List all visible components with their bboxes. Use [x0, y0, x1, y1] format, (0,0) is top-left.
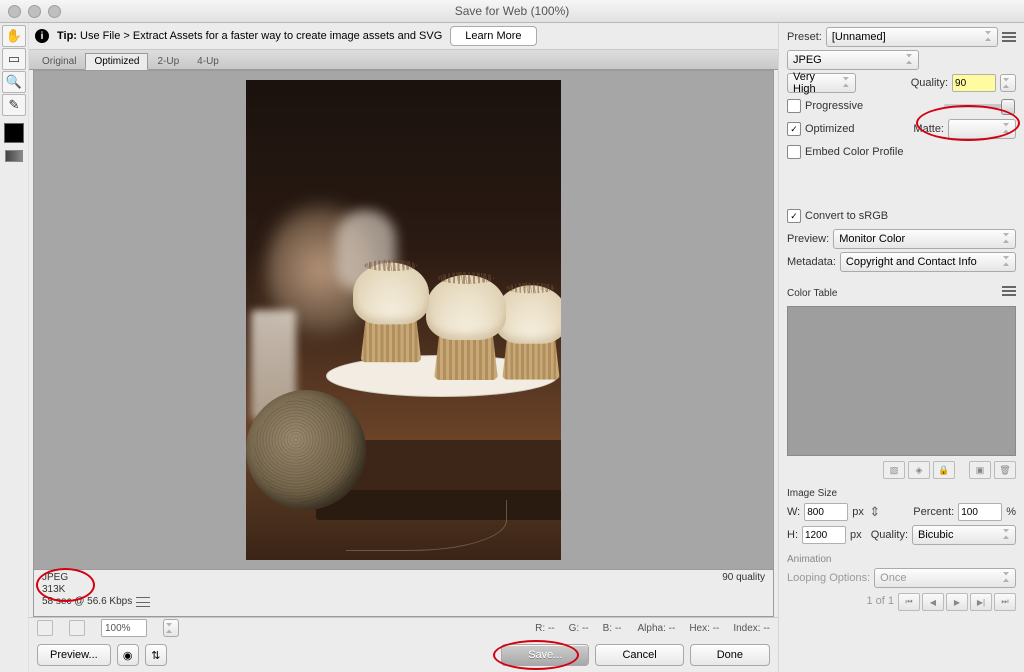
view-tabs: Original Optimized 2-Up 4-Up	[29, 50, 778, 70]
browser-preview-button[interactable]: ◉	[117, 644, 139, 666]
zoom-level-stepper[interactable]	[163, 619, 179, 637]
height-field[interactable]	[802, 526, 846, 544]
zoom-tool[interactable]: 🔍	[2, 71, 26, 93]
cancel-button[interactable]: Cancel	[595, 644, 683, 666]
ct-new-color-icon[interactable]: ▣	[969, 461, 991, 479]
status-alpha: Alpha: --	[638, 623, 676, 634]
percent-unit: %	[1006, 506, 1016, 518]
info-filesize: 313K	[42, 584, 150, 596]
eyedropper-color-swatch[interactable]	[4, 123, 24, 143]
info-quality: 90 quality	[722, 572, 765, 614]
quality-label: Quality:	[911, 77, 948, 89]
preview-select[interactable]: Monitor Color	[833, 229, 1016, 249]
status-index: Index: --	[733, 623, 770, 634]
animation-frame-count: 1 of 1	[866, 595, 894, 607]
convert-srgb-label: Convert to sRGB	[805, 210, 888, 222]
height-unit: px	[850, 529, 862, 541]
optimized-label: Optimized	[805, 123, 855, 135]
quality-value-stepper[interactable]	[1000, 74, 1016, 92]
ct-shift-web-icon[interactable]: ◈	[908, 461, 930, 479]
toggle-slices-visibility[interactable]	[5, 150, 23, 162]
titlebar: Save for Web (100%)	[0, 0, 1024, 23]
tab-optimized[interactable]: Optimized	[85, 53, 148, 70]
tip-bar: i Tip: Use File > Extract Assets for a f…	[29, 23, 778, 50]
status-b: B: --	[603, 623, 622, 634]
format-select[interactable]: JPEG	[787, 50, 919, 70]
anim-prev-icon: ◀	[922, 593, 944, 611]
bottom-button-bar: Preview... ◉ ⇅ Save... Cancel Done	[29, 638, 778, 672]
done-button[interactable]: Done	[690, 644, 770, 666]
learn-more-button[interactable]: Learn More	[450, 26, 536, 46]
matte-select[interactable]	[948, 119, 1016, 139]
tab-original[interactable]: Original	[33, 53, 85, 69]
image-size-label: Image Size	[787, 488, 1016, 499]
progressive-label: Progressive	[805, 100, 863, 112]
image-preview	[246, 80, 561, 560]
quality-slider[interactable]	[944, 104, 1014, 108]
preview-pane: JPEG 313K 58 sec @ 56.6 Kbps 90 quality	[33, 70, 774, 617]
embed-profile-label: Embed Color Profile	[805, 146, 903, 158]
preset-flyout-menu-icon[interactable]	[1002, 32, 1016, 42]
eyedropper-tool[interactable]: ✎	[2, 94, 26, 116]
ct-delete-color-icon[interactable]: 🗑	[994, 461, 1016, 479]
percent-field[interactable]	[958, 503, 1002, 521]
save-button[interactable]: Save...	[501, 644, 589, 666]
preview-label: Preview:	[787, 233, 829, 245]
status-r: R: --	[535, 623, 554, 634]
progressive-checkbox[interactable]	[787, 99, 801, 113]
status-g: G: --	[569, 623, 589, 634]
status-hex: Hex: --	[689, 623, 719, 634]
width-field[interactable]	[804, 503, 848, 521]
percent-label: Percent:	[913, 506, 954, 518]
tip-text: Tip: Use File > Extract Assets for a fas…	[57, 30, 442, 42]
tab-2up[interactable]: 2-Up	[148, 53, 188, 69]
anim-first-icon: ⏮	[898, 593, 920, 611]
color-table-label: Color Table	[787, 288, 837, 299]
anim-play-icon: ▶	[946, 593, 968, 611]
optimized-checkbox[interactable]: ✓	[787, 122, 801, 136]
status-bar: 100% R: -- G: -- B: -- Alpha: -- Hex: --…	[29, 617, 778, 638]
resize-quality-label: Quality:	[871, 529, 908, 541]
info-download-time: 58 sec @ 56.6 Kbps	[42, 596, 132, 608]
download-rate-menu-icon[interactable]	[136, 597, 150, 607]
height-label: H:	[787, 529, 798, 541]
matte-label: Matte:	[913, 123, 944, 135]
preset-select[interactable]: [Unnamed]	[826, 27, 998, 47]
preset-label: Preset:	[787, 31, 822, 43]
preview-button[interactable]: Preview...	[37, 644, 111, 666]
ct-lock-icon[interactable]: 🔒	[933, 461, 955, 479]
looping-label: Looping Options:	[787, 572, 870, 584]
width-label: W:	[787, 506, 800, 518]
hand-tool[interactable]: ✋	[2, 25, 26, 47]
anim-next-icon: ▶|	[970, 593, 992, 611]
browser-preview-stepper[interactable]: ⇅	[145, 644, 167, 666]
metadata-label: Metadata:	[787, 256, 836, 268]
color-table-flyout-menu-icon[interactable]	[1002, 286, 1016, 296]
looping-select: Once	[874, 568, 1016, 588]
preview-info-strip: JPEG 313K 58 sec @ 56.6 Kbps 90 quality	[34, 569, 773, 616]
settings-sidebar: Preset: [Unnamed] JPEG Very High Quality…	[778, 23, 1024, 672]
info-icon: i	[35, 29, 49, 43]
width-unit: px	[852, 506, 864, 518]
quality-value-field[interactable]	[952, 74, 996, 92]
canvas[interactable]	[34, 71, 773, 569]
color-table[interactable]	[787, 306, 1016, 456]
quality-preset-select[interactable]: Very High	[787, 73, 856, 93]
info-format: JPEG	[42, 572, 150, 584]
status-icon-a[interactable]	[37, 620, 53, 636]
slice-select-tool[interactable]: ▭	[2, 48, 26, 70]
zoom-level-field[interactable]: 100%	[101, 619, 147, 637]
metadata-select[interactable]: Copyright and Contact Info	[840, 252, 1016, 272]
window-title: Save for Web (100%)	[0, 4, 1024, 18]
animation-label: Animation	[787, 554, 1016, 565]
tab-4up[interactable]: 4-Up	[188, 53, 228, 69]
convert-srgb-checkbox[interactable]: ✓	[787, 209, 801, 223]
ct-map-transparency-icon[interactable]: ▧	[883, 461, 905, 479]
resize-quality-select[interactable]: Bicubic	[912, 525, 1016, 545]
tool-strip: ✋ ▭ 🔍 ✎	[0, 23, 29, 672]
link-dimensions-icon[interactable]: ⇕	[868, 502, 882, 522]
embed-profile-checkbox[interactable]	[787, 145, 801, 159]
anim-last-icon: ⏭	[994, 593, 1016, 611]
status-icon-b[interactable]	[69, 620, 85, 636]
